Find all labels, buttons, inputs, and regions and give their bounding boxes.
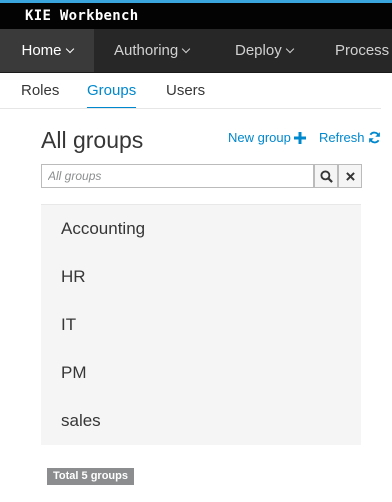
nav-item-label: Deploy — [235, 42, 282, 59]
plus-icon — [293, 132, 306, 144]
tab-users[interactable]: Users — [166, 82, 205, 99]
new-group-label: New group — [228, 130, 291, 145]
clear-search-button[interactable] — [338, 164, 362, 188]
list-item[interactable]: IT — [41, 301, 361, 349]
tab-groups[interactable]: Groups — [87, 82, 137, 109]
nav-item-label: Process M — [335, 42, 392, 59]
refresh-icon — [368, 131, 380, 144]
nav-item-label: Home — [21, 42, 62, 59]
close-icon — [345, 171, 355, 181]
app-title: KIE Workbench — [25, 8, 139, 24]
main-navbar: Home Authoring Deploy Process M — [0, 29, 392, 73]
nav-item-process[interactable]: Process M — [335, 29, 392, 72]
nav-item-home[interactable]: Home — [0, 29, 94, 72]
list-item[interactable]: PM — [41, 349, 361, 397]
total-count-badge: Total 5 groups — [47, 468, 134, 485]
tabs-divider — [0, 108, 381, 109]
nav-item-label: Authoring — [114, 42, 179, 59]
groups-list: Accounting HR IT PM sales — [41, 204, 361, 445]
page-title: All groups — [41, 127, 144, 153]
refresh-label: Refresh — [319, 130, 365, 145]
list-item[interactable]: Accounting — [41, 205, 361, 253]
nav-item-authoring[interactable]: Authoring — [114, 29, 191, 72]
tab-roles[interactable]: Roles — [21, 82, 59, 99]
brand-bar: KIE Workbench — [0, 0, 392, 29]
chevron-down-icon — [181, 44, 191, 54]
section-tabs: Roles Groups Users — [0, 73, 392, 109]
chevron-down-icon — [65, 44, 74, 54]
search-button[interactable] — [314, 164, 338, 188]
new-group-button[interactable]: New group — [228, 130, 306, 145]
refresh-button[interactable]: Refresh — [319, 130, 381, 145]
chevron-down-icon — [285, 44, 294, 54]
list-item[interactable]: HR — [41, 253, 361, 301]
search-input[interactable] — [41, 164, 314, 188]
list-item[interactable]: sales — [41, 397, 361, 445]
nav-item-deploy[interactable]: Deploy — [235, 29, 294, 72]
search-icon — [319, 169, 333, 183]
